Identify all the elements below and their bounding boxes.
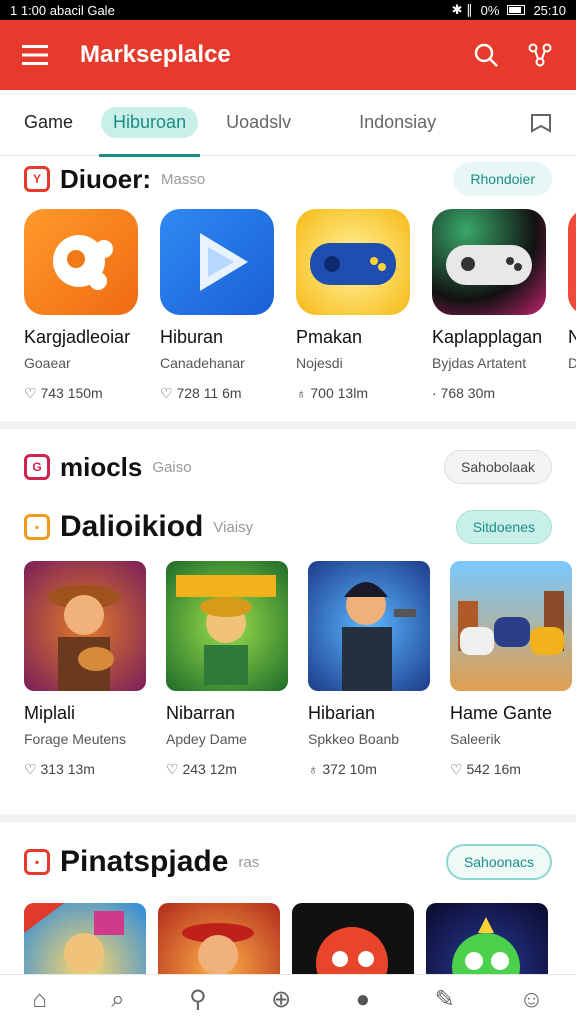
- app-card[interactable]: Pmakan Nojesdi ♁ 700 13lm: [296, 209, 410, 402]
- app-name: Kaplapplagan: [432, 327, 543, 347]
- app-name: No: [568, 327, 576, 347]
- game-art-cowboy: [24, 561, 146, 691]
- section-title: Diuoer:: [60, 163, 151, 194]
- app-card[interactable]: Kargjadleoiar Goaear ♡ 743 150m: [24, 209, 138, 402]
- game-stat: ♡ 243 12m: [166, 761, 237, 777]
- app-icon-orange: [24, 209, 138, 315]
- game-category: Apdey Dame: [166, 731, 247, 747]
- section-title: miocls: [60, 451, 143, 482]
- app-stat: · 768 30m: [432, 385, 496, 401]
- game-art-controllers: [450, 561, 572, 691]
- game-card[interactable]: Hame Gante Saleerik ♡ 542 16m: [450, 561, 572, 778]
- section-logo-icon: ▪: [24, 849, 50, 875]
- section-action-button[interactable]: Sahoonacs: [445, 844, 552, 880]
- section-action-button[interactable]: Sahobolaak: [444, 450, 552, 484]
- share-icon[interactable]: [526, 42, 554, 68]
- tab-uoadslv[interactable]: Uoadslv: [226, 112, 291, 133]
- section-title: Pinatspjade: [60, 845, 229, 878]
- signal-icon: ✱ ∥: [451, 2, 473, 17]
- tab-hiburan[interactable]: Hiburoan: [99, 107, 201, 157]
- section-subtitle: Viaisy: [213, 518, 254, 536]
- home-icon[interactable]: ⌂: [32, 986, 47, 1014]
- battery-icon: [507, 5, 526, 15]
- section-dalioikiod: ▪ Dalioikiod Viaisy Sitdoenes Miplali Fo…: [0, 505, 576, 810]
- app-category: Canadehanar: [160, 355, 245, 371]
- section-action-button[interactable]: Sitdoenes: [455, 510, 552, 544]
- app-category: Dr: [568, 355, 576, 371]
- game-name: Hibarian: [308, 703, 376, 723]
- app-name: Kargjadleoiar: [24, 327, 131, 347]
- app-icon-partial: [568, 209, 576, 315]
- profile-icon[interactable]: ☺: [519, 986, 544, 1014]
- game-card[interactable]: Hibarian Spkkeo Boanb ♁ 372 10m: [308, 561, 430, 778]
- tab-more-icon[interactable]: [530, 113, 552, 133]
- category-tabs: Game Hiburoan Uoadslv Indonsiay: [0, 90, 576, 157]
- game-card[interactable]: Miplali Forage Meutens ♡ 313 13m: [24, 561, 146, 778]
- battery-percent: 0%: [480, 2, 500, 18]
- section-divider: [0, 814, 576, 822]
- section-logo-icon: Y: [24, 166, 50, 192]
- chat-icon[interactable]: ●: [356, 986, 371, 1014]
- game-category: Forage Meutens: [24, 731, 126, 747]
- app-category: Nojesdi: [296, 355, 343, 371]
- section-action-button[interactable]: Rhondoier: [453, 162, 552, 196]
- app-category: Goaear: [24, 355, 71, 371]
- status-left-text: 1 1:00 abacil Gale: [10, 2, 115, 18]
- game-category: Saleerik: [450, 731, 501, 747]
- section-logo-icon: G: [24, 454, 50, 480]
- edit-icon[interactable]: ✎: [435, 985, 455, 1014]
- search-icon[interactable]: ⌕: [111, 986, 124, 1014]
- search-icon[interactable]: [472, 42, 500, 68]
- game-card[interactable]: Nibarran Apdey Dame ♡ 243 12m: [166, 561, 288, 778]
- game-art-kite-hero[interactable]: [24, 903, 146, 974]
- menu-icon[interactable]: [22, 45, 48, 65]
- bottom-nav: ⌂ ⌕ ⚲ ⊕ ● ✎ ☺: [0, 974, 576, 1024]
- add-icon[interactable]: ⊕: [271, 985, 291, 1014]
- bookmark-icon[interactable]: ⚲: [189, 985, 207, 1014]
- game-art-dark-hero: [308, 561, 430, 691]
- tab-game[interactable]: Game: [24, 112, 73, 133]
- tab-indonesia[interactable]: Indonsiay: [359, 112, 436, 133]
- app-category: Byjdas Artatent: [432, 355, 527, 371]
- game-stat: ♡ 542 16m: [450, 761, 521, 777]
- app-stat: ♡ 743 150m: [24, 385, 103, 401]
- section-diuoer: Y Diuoer: Masso Rhondoier Kargjadleoiar …: [0, 157, 576, 419]
- game-art-red-hat-hero[interactable]: [158, 903, 280, 974]
- section-title: Dalioikiod: [60, 510, 204, 543]
- section-divider: [0, 421, 576, 429]
- app-bar: Markseplalce: [0, 20, 576, 90]
- game-stat: ♁ 372 10m: [308, 761, 377, 777]
- game-name: Hame Gante: [450, 703, 553, 723]
- app-stat: ♡ 728 11 6m: [160, 385, 242, 401]
- app-icon-controller-white: [432, 209, 546, 315]
- clock: 25:10: [533, 2, 566, 18]
- game-name: Nibarran: [166, 703, 236, 723]
- game-stat: ♡ 313 13m: [24, 761, 95, 777]
- app-card[interactable]: No Dr: [568, 209, 576, 402]
- section-logo-icon: ▪: [24, 514, 50, 540]
- section-subtitle: Gaiso: [152, 458, 192, 476]
- app-card[interactable]: Hiburan Canadehanar ♡ 728 11 6m: [160, 209, 274, 402]
- section-subtitle: Masso: [161, 170, 206, 188]
- app-icon-play: [160, 209, 274, 315]
- game-art-green-hero: [166, 561, 288, 691]
- app-name: Pmakan: [296, 327, 363, 347]
- app-icon-controller-blue: [296, 209, 410, 315]
- app-card[interactable]: Kaplapplagan Byjdas Artatent · 768 30m: [432, 209, 546, 402]
- status-bar: 1 1:00 abacil Gale ✱ ∥ 0% 25:10: [0, 0, 576, 20]
- game-category: Spkkeo Boanb: [308, 731, 400, 747]
- section-miocls: G miocls Gaiso Sahobolaak: [0, 445, 576, 491]
- game-name: Miplali: [24, 703, 76, 723]
- app-name: Hiburan: [160, 327, 224, 347]
- game-art-green-creature[interactable]: [426, 903, 548, 974]
- section-subtitle: ras: [238, 853, 260, 871]
- app-stat: ♁ 700 13lm: [296, 385, 368, 401]
- section-pinatspjade: ▪ Pinatspjade ras Sahoonacs: [0, 840, 576, 974]
- game-art-red-creature[interactable]: [292, 903, 414, 974]
- app-title: Markseplalce: [80, 41, 231, 68]
